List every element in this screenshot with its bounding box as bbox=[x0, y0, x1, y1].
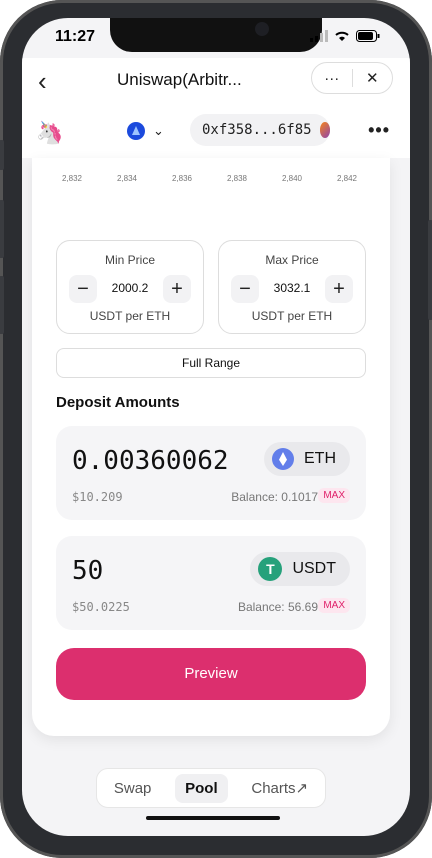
app-header: 🦄 ⌄ 0xf358...6f85 ••• bbox=[22, 110, 410, 158]
status-icons bbox=[310, 30, 380, 42]
wifi-icon bbox=[335, 31, 349, 41]
eth-usd-value: $10.209 bbox=[72, 490, 123, 504]
min-price-label: Min Price bbox=[104, 253, 155, 267]
min-price-box: Min Price − 2000.2 + USDT per ETH bbox=[56, 240, 204, 334]
axis-tick: 2,838 bbox=[226, 174, 248, 183]
chevron-down-icon: ⌄ bbox=[153, 123, 164, 138]
mute-switch bbox=[0, 140, 4, 170]
min-price-unit: USDT per ETH bbox=[89, 309, 171, 323]
wallet-avatar-icon bbox=[319, 122, 330, 138]
preview-button[interactable]: Preview bbox=[56, 648, 366, 700]
notch bbox=[110, 18, 322, 52]
page-title: Uniswap(Arbitr... bbox=[117, 70, 242, 89]
eth-balance: Balance: 0.1017 bbox=[231, 490, 318, 504]
wallet-address-button[interactable]: 0xf358...6f85 bbox=[190, 114, 330, 146]
min-price-increment-button[interactable]: + bbox=[163, 275, 191, 303]
power-button bbox=[428, 220, 432, 320]
wallet-address: 0xf358...6f85 bbox=[202, 122, 312, 138]
arbitrum-icon bbox=[127, 122, 145, 140]
max-price-unit: USDT per ETH bbox=[251, 309, 333, 323]
eth-amount-input[interactable]: 0.00360062 bbox=[72, 446, 229, 476]
deposit-usdt-panel: 50 T USDT $50.0225 Balance: 56.69 MAX bbox=[56, 536, 366, 630]
more-icon[interactable]: ··· bbox=[312, 70, 352, 87]
webview-topbar: ‹ Uniswap(Arbitr... ··· ✕ bbox=[22, 58, 410, 110]
axis-tick: 2,832 bbox=[61, 174, 83, 183]
usdt-symbol: USDT bbox=[292, 560, 336, 577]
unicorn-icon[interactable]: 🦄 bbox=[36, 120, 63, 146]
close-icon[interactable]: ✕ bbox=[353, 69, 393, 87]
camera bbox=[255, 22, 269, 36]
signal-icon bbox=[310, 30, 328, 42]
price-axis: 2,832 2,834 2,836 2,838 2,840 2,842 bbox=[32, 174, 390, 186]
axis-tick: 2,840 bbox=[281, 174, 303, 183]
full-range-button[interactable]: Full Range bbox=[56, 348, 366, 378]
usdt-balance: Balance: 56.69 bbox=[237, 600, 318, 614]
eth-symbol: ETH bbox=[304, 450, 336, 467]
axis-tick: 2,834 bbox=[116, 174, 138, 183]
usdt-max-button[interactable]: MAX bbox=[318, 598, 350, 613]
add-liquidity-card: 2,832 2,834 2,836 2,838 2,840 2,842 Min … bbox=[32, 158, 390, 736]
nav-charts[interactable]: Charts↗ bbox=[241, 773, 318, 803]
volume-up-button bbox=[0, 200, 4, 258]
back-icon[interactable]: ‹ bbox=[38, 68, 47, 94]
nav-swap[interactable]: Swap bbox=[104, 774, 162, 803]
phone-frame: 11:27 ‹ Uniswap(Arbitr... ··· ✕ 🦄 ⌄ 0xf3… bbox=[0, 0, 432, 858]
usdt-icon: T bbox=[258, 557, 283, 581]
menu-icon[interactable]: ••• bbox=[368, 120, 390, 141]
eth-token-selector[interactable]: ETH bbox=[264, 442, 350, 476]
max-price-label: Max Price bbox=[265, 253, 319, 267]
max-price-box: Max Price − 3032.1 + USDT per ETH bbox=[218, 240, 366, 334]
usdt-token-selector[interactable]: T USDT bbox=[250, 552, 350, 586]
home-indicator[interactable] bbox=[146, 816, 280, 820]
usdt-usd-value: $50.0225 bbox=[72, 600, 130, 614]
network-selector[interactable]: ⌄ bbox=[127, 122, 164, 140]
eth-max-button[interactable]: MAX bbox=[318, 488, 350, 503]
eth-icon bbox=[272, 448, 294, 470]
status-time: 11:27 bbox=[55, 28, 96, 45]
usdt-amount-input[interactable]: 50 bbox=[72, 556, 103, 586]
screen: 11:27 ‹ Uniswap(Arbitr... ··· ✕ 🦄 ⌄ 0xf3… bbox=[22, 18, 410, 836]
mini-program-capsule: ··· ✕ bbox=[311, 62, 393, 94]
max-price-increment-button[interactable]: + bbox=[325, 275, 353, 303]
bottom-nav: Swap Pool Charts↗ bbox=[96, 768, 326, 808]
axis-tick: 2,842 bbox=[336, 174, 358, 183]
deposit-title: Deposit Amounts bbox=[56, 394, 180, 411]
battery-icon bbox=[356, 30, 380, 42]
nav-pool[interactable]: Pool bbox=[175, 773, 228, 803]
deposit-eth-panel: 0.00360062 ETH $10.209 Balance: 0.1017 M… bbox=[56, 426, 366, 520]
axis-tick: 2,836 bbox=[171, 174, 193, 183]
volume-down-button bbox=[0, 276, 4, 334]
